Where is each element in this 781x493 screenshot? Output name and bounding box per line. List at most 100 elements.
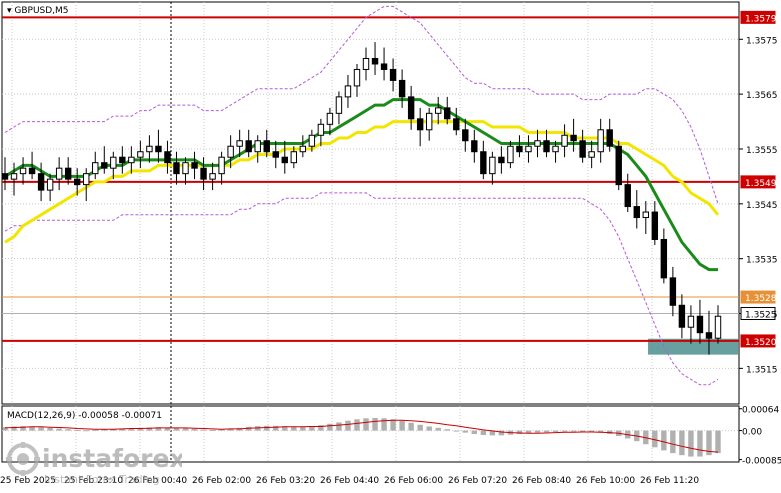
macd-bar — [83, 430, 89, 432]
macd-bar — [408, 422, 414, 431]
candle-body — [37, 173, 45, 191]
candle-body — [669, 277, 677, 306]
candle-body — [561, 134, 568, 147]
candle-body — [525, 145, 532, 153]
candle-body — [46, 178, 54, 191]
macd-bar — [417, 424, 423, 431]
candle-body — [642, 211, 650, 219]
candle-body — [155, 145, 162, 153]
candle-body — [73, 178, 81, 186]
macd-y-tick-label: 0.00064 — [742, 406, 779, 416]
macd-bar — [570, 430, 577, 432]
x-tick-label: 26 Feb 03:20 — [256, 476, 315, 486]
macd-bar — [65, 429, 71, 431]
macd-bar — [561, 430, 568, 432]
candle-body — [28, 167, 36, 175]
candle-body — [615, 145, 622, 186]
macd-bar — [372, 417, 378, 431]
logo-tagline: Instant Forex Trading — [44, 473, 160, 486]
candle-body — [407, 96, 415, 120]
candle-body — [110, 156, 117, 169]
macd-bar — [264, 425, 270, 431]
logo-brand: instaforex — [42, 444, 182, 473]
candle-body — [128, 156, 135, 164]
macd-bar — [462, 430, 468, 433]
candle-body — [317, 123, 325, 136]
macd-bar — [543, 430, 550, 433]
macd-bar — [453, 430, 459, 432]
candle-body — [281, 156, 288, 164]
candle-body — [678, 304, 686, 328]
macd-bar — [480, 430, 487, 436]
macd-bar — [74, 429, 80, 431]
macd-bar — [661, 430, 667, 451]
chart-root: 1.3575 1.3565 1.3555 1.3545 1.3535 1.3525 1.35… — [0, 0, 781, 489]
level-label: 1.3520 — [745, 338, 777, 348]
candle-body — [543, 140, 550, 153]
macd-bar — [56, 428, 62, 431]
level-label: 1.3579 — [745, 14, 777, 24]
macd-bar — [345, 420, 351, 431]
macd-bar — [679, 430, 685, 456]
candle-body — [353, 68, 361, 87]
candle-body — [290, 151, 298, 164]
macd-bar — [552, 430, 559, 432]
candle-body — [272, 151, 279, 158]
macd-y-tick-label: 0.00 — [742, 428, 762, 438]
candle-body — [101, 162, 108, 169]
macd-bar — [697, 430, 703, 457]
macd-bar — [327, 423, 333, 431]
x-tick-label: 26 Feb 08:40 — [512, 476, 571, 486]
macd-bar — [47, 427, 53, 431]
macd-bar — [200, 429, 207, 431]
x-tick-label: 26 Feb 10:00 — [576, 476, 635, 486]
candle-body — [263, 140, 270, 153]
y-tick-label: 1.3515 — [746, 365, 778, 375]
candle-body — [218, 156, 225, 175]
y-tick-label: 1.3545 — [746, 201, 778, 211]
candle-body — [55, 167, 63, 180]
candle-body — [119, 156, 126, 164]
candle-body — [705, 332, 713, 339]
chart-canvas: 1.3575 1.3565 1.3555 1.3545 1.3535 1.3525 1.35… — [0, 1, 781, 486]
candle-body — [362, 57, 370, 70]
x-tick-label: 26 Feb 06:00 — [384, 476, 443, 486]
macd-bar — [399, 420, 405, 431]
macd-bar — [471, 430, 478, 434]
x-tick-label: 26 Feb 07:20 — [448, 476, 507, 486]
candle-body — [552, 145, 559, 153]
candle-body — [380, 63, 388, 70]
candle-body — [137, 151, 144, 158]
candle-body — [236, 140, 243, 147]
macd-bar — [218, 429, 225, 431]
candle-body — [714, 315, 722, 339]
x-tick-label: 26 Feb 02:00 — [192, 476, 251, 486]
candle-body — [444, 107, 451, 120]
candle-body — [597, 129, 604, 153]
macd-bar — [688, 430, 694, 457]
candle-body — [83, 173, 90, 186]
macd-y-tick-label: -0.00085 — [742, 457, 781, 467]
candle-body — [507, 145, 514, 164]
macd-bar — [182, 428, 189, 431]
candle-body — [19, 167, 27, 175]
candle-body — [389, 68, 397, 81]
candle-body — [687, 315, 695, 328]
macd-bar — [38, 427, 44, 431]
candle-body — [435, 107, 442, 114]
level-label: 1.3528 — [745, 294, 777, 304]
y-tick-label: 1.3565 — [746, 91, 778, 101]
candle-body — [344, 85, 352, 98]
macd-bar — [273, 425, 279, 431]
candle-body — [173, 162, 180, 175]
candle-body — [308, 134, 316, 147]
candle-body — [191, 162, 198, 169]
candle-body — [588, 151, 595, 158]
candle-body — [606, 129, 613, 147]
candle-body — [534, 140, 541, 147]
macd-bar — [534, 430, 541, 433]
symbol-title: ▾ GBPUSD,M5 — [7, 6, 69, 16]
macd-bar — [354, 419, 360, 431]
y-tick-label: 1.3535 — [746, 256, 778, 266]
macd-bar — [435, 427, 441, 431]
